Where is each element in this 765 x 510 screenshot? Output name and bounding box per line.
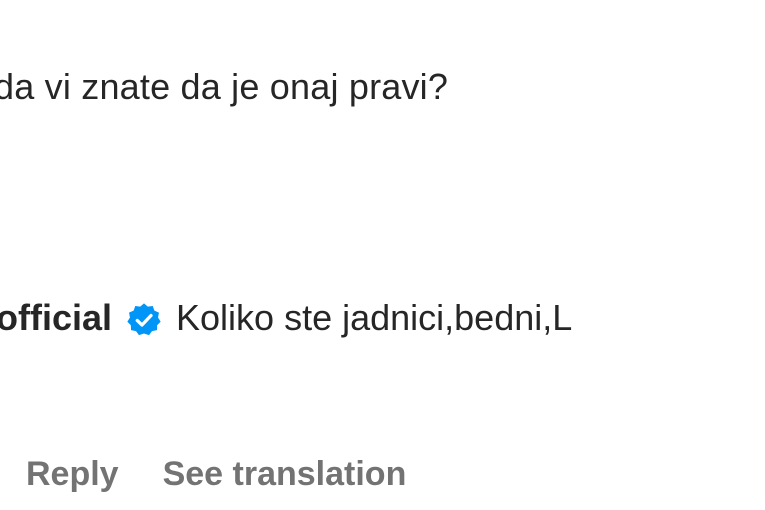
- reply-text: Koliko ste jadnici,bedni,L: [176, 297, 573, 338]
- comment-text: da vi znate da je onaj pravi?: [0, 66, 449, 107]
- verified-badge-icon: [126, 302, 162, 338]
- see-translation-button[interactable]: See translation: [163, 455, 407, 494]
- reply-username[interactable]: official: [0, 297, 112, 339]
- comment-thread: da vi znate da je onaj pravi? official K…: [0, 0, 765, 510]
- comment-actions: Reply See translation: [26, 455, 406, 494]
- reply-comment: official Koliko ste jadnici,bedni,L: [0, 297, 572, 339]
- reply-button[interactable]: Reply: [26, 455, 119, 494]
